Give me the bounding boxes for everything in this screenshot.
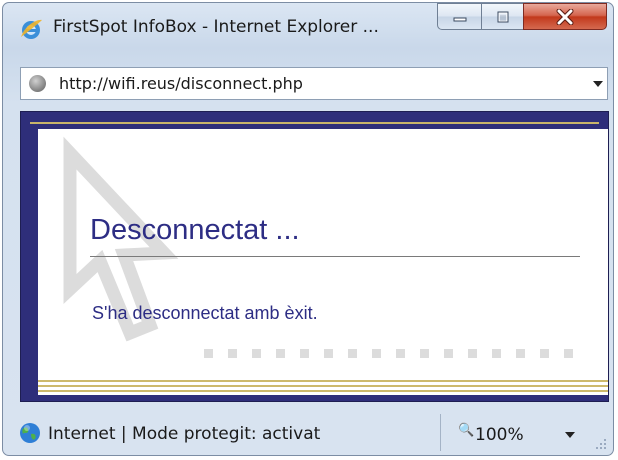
close-button[interactable] (523, 3, 607, 30)
zoom-dropdown-icon[interactable] (565, 432, 575, 438)
page-heading: Desconnectat ... (90, 214, 300, 246)
internet-explorer-icon (21, 19, 42, 39)
caption-buttons (437, 3, 609, 30)
globe-icon (20, 423, 40, 443)
content-frame: Desconnectat ... S'ha desconnectat amb è… (20, 111, 609, 402)
address-dropdown-icon[interactable] (593, 81, 603, 87)
status-bar: Internet | Mode protegit: activat 🔍 100% (3, 411, 613, 455)
minimize-icon (453, 17, 466, 21)
gold-footer-lines (38, 380, 608, 394)
status-divider (440, 414, 441, 451)
maximize-icon (497, 11, 508, 22)
minimize-button[interactable] (437, 3, 481, 30)
resize-grip-icon[interactable] (595, 438, 607, 450)
gold-top-line (30, 122, 599, 124)
heading-divider (90, 256, 580, 257)
page-icon (29, 75, 46, 92)
zoom-level[interactable]: 100% (475, 425, 524, 445)
security-zone-text[interactable]: Internet | Mode protegit: activat (48, 424, 320, 444)
close-icon (556, 8, 574, 25)
maximize-button[interactable] (481, 3, 523, 30)
zoom-icon: 🔍 (458, 423, 475, 438)
address-bar[interactable]: http://wifi.reus/disconnect.php (20, 67, 608, 100)
cursor-watermark-icon (63, 136, 573, 358)
title-bar[interactable]: FirstSpot InfoBox - Internet Explorer ..… (3, 3, 613, 47)
address-url[interactable]: http://wifi.reus/disconnect.php (59, 74, 303, 93)
page-body: Desconnectat ... S'ha desconnectat amb è… (38, 129, 608, 395)
browser-window: FirstSpot InfoBox - Internet Explorer ..… (2, 2, 614, 456)
window-title: FirstSpot InfoBox - Internet Explorer ..… (53, 17, 379, 37)
status-message: S'ha desconnectat amb èxit. (92, 303, 318, 323)
